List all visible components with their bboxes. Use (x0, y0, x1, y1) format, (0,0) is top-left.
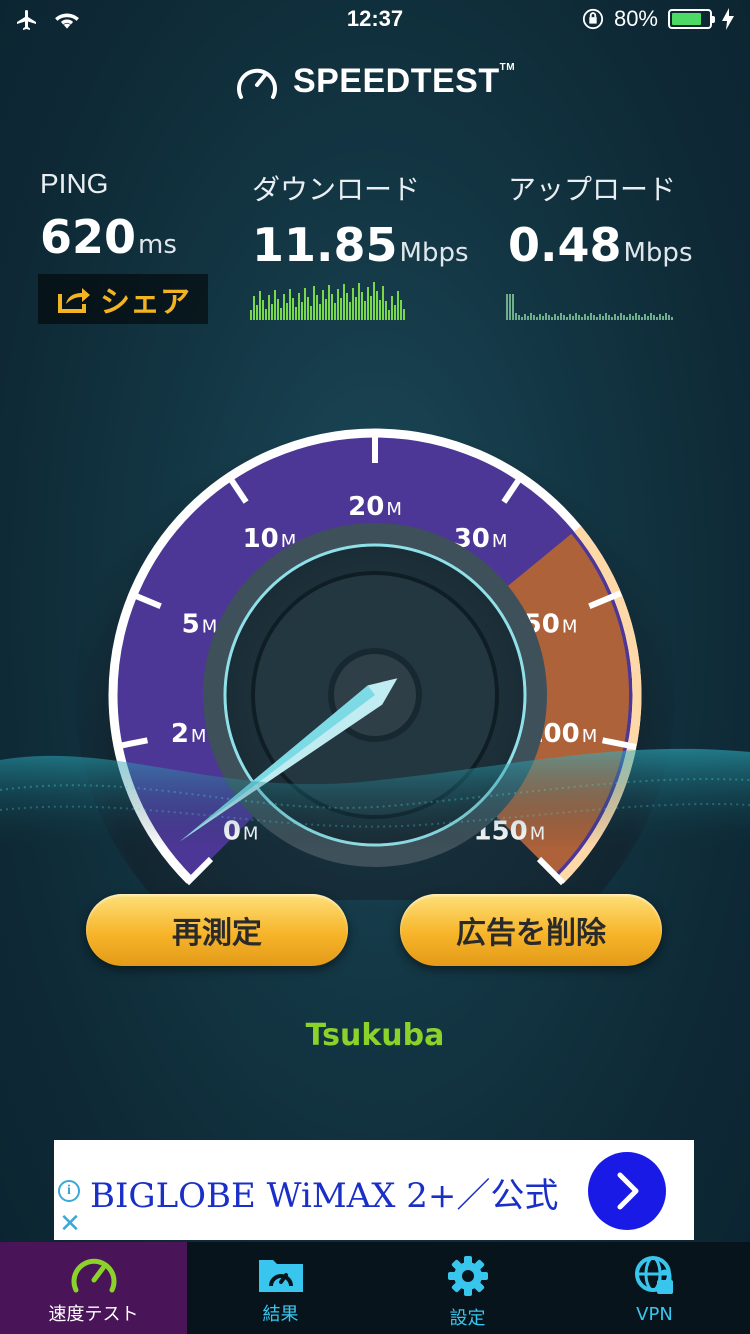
vpn-globe-icon (634, 1256, 673, 1294)
upload-value: 0.48Mbps (508, 218, 693, 272)
orientation-lock-icon (582, 8, 604, 30)
retest-label: 再測定 (172, 916, 262, 951)
info-icon[interactable]: i (58, 1180, 80, 1202)
download-result: ダウンロード 11.85Mbps (252, 168, 469, 268)
chevron-right-icon (617, 1172, 639, 1210)
tab-settings[interactable]: 設定 (374, 1242, 561, 1334)
retest-button[interactable]: 再測定 (86, 894, 348, 966)
speedometer-logo-icon (237, 68, 277, 99)
ad-banner[interactable]: i ✕ BIGLOBE WiMAX 2+／公式 (54, 1140, 694, 1240)
tab-label: 結果 (262, 1304, 299, 1325)
ad-title[interactable]: BIGLOBE WiMAX 2+／公式 (90, 1168, 586, 1217)
speedometer-icon (71, 1258, 116, 1293)
remove-ads-button[interactable]: 広告を削除 (400, 894, 662, 966)
upload-label: アップロード (508, 174, 677, 205)
status-bar: 12:37 80% (0, 0, 750, 40)
tab-label: 設定 (449, 1308, 486, 1329)
download-value: 11.85Mbps (252, 218, 469, 272)
results-folder-icon (258, 1260, 303, 1292)
server-name: Tsukuba (305, 1018, 445, 1053)
share-button[interactable]: シェア (38, 274, 208, 324)
close-icon[interactable]: ✕ (56, 1210, 84, 1238)
status-right: 80% (582, 6, 734, 32)
ping-label: PING (40, 168, 109, 199)
upload-result: アップロード 0.48Mbps (508, 168, 693, 268)
tab-results[interactable]: 結果 (187, 1242, 374, 1334)
tab-speed-test[interactable]: 速度テスト (0, 1242, 187, 1334)
charging-bolt-icon (722, 8, 734, 30)
speed-gauge: 0M2M5M10M20M30M50M100M150M (0, 395, 750, 900)
gear-icon (447, 1256, 488, 1296)
ping-value: 620ms (40, 210, 177, 264)
share-label: シェア (100, 285, 190, 320)
download-sparkline (250, 282, 405, 320)
share-icon (58, 288, 90, 313)
tab-label: VPN (636, 1304, 673, 1325)
battery-percent: 80% (613, 6, 658, 31)
upload-sparkline (506, 294, 673, 320)
ad-go-button[interactable] (588, 1152, 666, 1230)
download-label: ダウンロード (252, 174, 421, 205)
remove-ads-label: 広告を削除 (456, 916, 606, 951)
tab-bar: 速度テスト 結果 設定 VPN (0, 1242, 750, 1334)
logo-text: SPEEDTESTTM (292, 62, 516, 100)
tab-label: 速度テスト (48, 1304, 139, 1325)
speedtest-logo: SPEEDTESTTM (0, 62, 750, 101)
ping-result: PING 620ms (40, 168, 177, 260)
tab-vpn[interactable]: VPN (561, 1242, 748, 1334)
battery-icon (668, 9, 715, 29)
